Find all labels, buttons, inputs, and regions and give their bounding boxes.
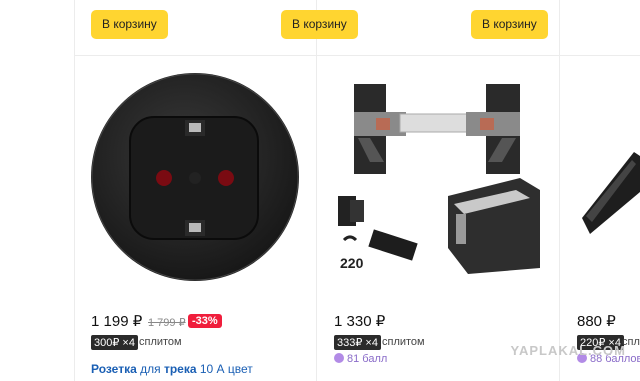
- title-word: трека: [163, 362, 197, 376]
- split-payment-badge[interactable]: 300₽ ×4: [91, 335, 138, 350]
- product-price: 1 330 ₽: [334, 313, 386, 330]
- product-title[interactable]: Розетка для трека 10 А цвет: [91, 362, 253, 376]
- row-divider: [74, 55, 640, 56]
- split-payment-label: сплитом: [382, 336, 425, 348]
- column-divider: [559, 0, 560, 381]
- plus-bonus-icon: [334, 353, 344, 363]
- add-to-cart-button[interactable]: В корзину: [281, 10, 358, 39]
- product-image-track-connector[interactable]: 220: [330, 78, 545, 278]
- product-old-price: 1 799 ₽: [148, 317, 186, 329]
- add-to-cart-button[interactable]: В корзину: [471, 10, 548, 39]
- split-payment-label: сплитом: [139, 336, 182, 348]
- product-image-rail[interactable]: [576, 130, 640, 270]
- column-divider: [316, 0, 317, 381]
- bonus-points: 81 балл: [334, 353, 387, 365]
- add-to-cart-button[interactable]: В корзину: [91, 10, 168, 39]
- product-price: 880 ₽: [577, 313, 616, 330]
- bonus-label: 81 балл: [347, 353, 388, 365]
- discount-badge: -33%: [188, 314, 222, 328]
- title-word: 10 А цвет: [199, 362, 253, 376]
- watermark: YAPLAKAL.COM: [510, 343, 626, 358]
- product-price: 1 199 ₽: [91, 313, 143, 330]
- split-payment-badge[interactable]: 333₽ ×4: [334, 335, 381, 350]
- voltage-label: 220: [340, 255, 364, 271]
- product-image-socket[interactable]: [90, 72, 300, 282]
- title-word: для: [140, 362, 161, 376]
- column-divider: [74, 0, 75, 381]
- title-word: Розетка: [91, 362, 137, 376]
